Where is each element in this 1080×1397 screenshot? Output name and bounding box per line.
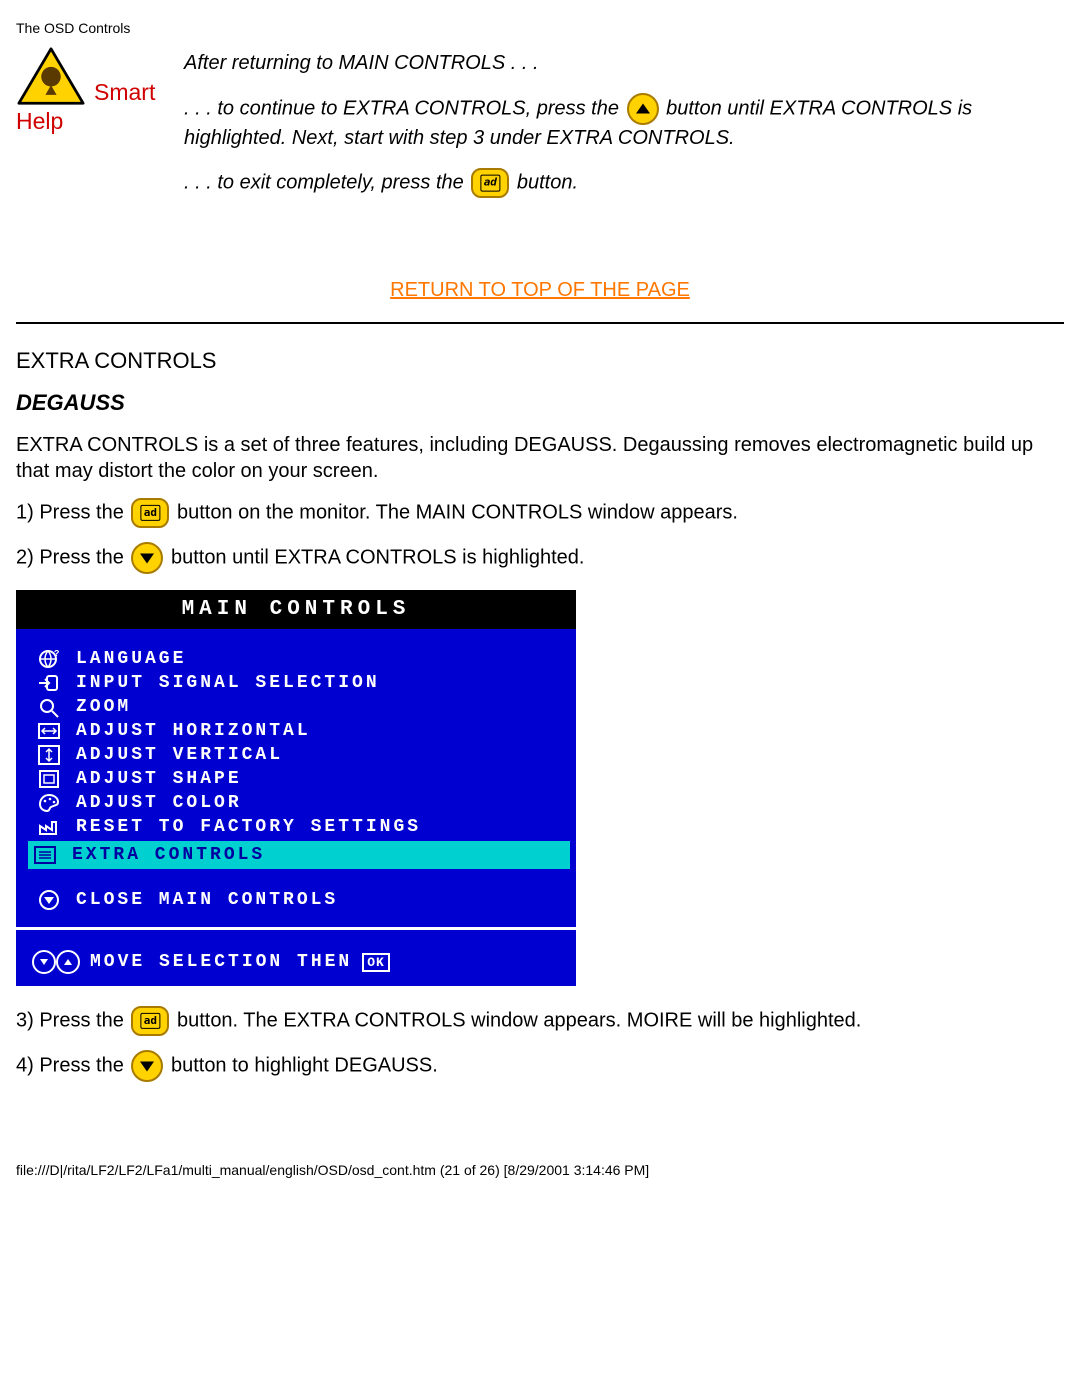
osd-close-label: CLOSE MAIN CONTROLS bbox=[76, 890, 338, 910]
osd-item-label: ADJUST SHAPE bbox=[76, 769, 242, 789]
list-icon bbox=[32, 844, 58, 866]
step-2: 2) Press the button until EXTRA CONTROLS… bbox=[16, 542, 1064, 574]
osd-item-reset: RESET TO FACTORY SETTINGS bbox=[32, 815, 566, 839]
smart-help-block: Smart Help After returning to MAIN CONTR… bbox=[16, 46, 1064, 214]
step3b: button. The EXTRA CONTROLS window appear… bbox=[177, 1009, 861, 1031]
osd-item-shape: ADJUST SHAPE bbox=[32, 767, 566, 791]
osd-item-color: ADJUST COLOR bbox=[32, 791, 566, 815]
svg-text:?: ? bbox=[54, 649, 61, 659]
down-arrow-icon bbox=[131, 542, 163, 574]
footer-up-icon bbox=[56, 950, 80, 974]
step-3: 3) Press the button. The EXTRA CONTROLS … bbox=[16, 1006, 1064, 1036]
osd-item-input: INPUT SIGNAL SELECTION bbox=[32, 671, 566, 695]
shape-icon bbox=[36, 768, 62, 790]
osd-close-row: CLOSE MAIN CONTROLS bbox=[32, 871, 566, 917]
osd-panel: MAIN CONTROLS ? LANGUAGE INPUT SIGNAL SE… bbox=[16, 590, 576, 986]
osd-item-extra-highlighted: EXTRA CONTROLS bbox=[28, 841, 570, 869]
osd-item-label: ADJUST VERTICAL bbox=[76, 745, 283, 765]
osd-footer-text: MOVE SELECTION THEN bbox=[90, 952, 352, 972]
step-1: 1) Press the button on the monitor. The … bbox=[16, 498, 1064, 528]
osd-footer: MOVE SELECTION THEN OK bbox=[16, 940, 576, 986]
ok-button-icon bbox=[471, 168, 509, 198]
osd-item-label: RESET TO FACTORY SETTINGS bbox=[76, 817, 421, 837]
osd-divider bbox=[16, 927, 576, 930]
osd-item-zoom: ZOOM bbox=[32, 695, 566, 719]
osd-item-label: LANGUAGE bbox=[76, 649, 186, 669]
footer-down-icon bbox=[32, 950, 56, 974]
intro-line3a: . . . to exit completely, press the bbox=[184, 171, 469, 193]
intro-line2a: . . . to continue to EXTRA CONTROLS, pre… bbox=[184, 97, 625, 119]
osd-item-horizontal: ADJUST HORIZONTAL bbox=[32, 719, 566, 743]
step-4: 4) Press the button to highlight DEGAUSS… bbox=[16, 1050, 1064, 1082]
footer-path: file:///D|/rita/LF2/LF2/LFa1/multi_manua… bbox=[16, 1162, 1064, 1178]
down-arrow-icon bbox=[131, 1050, 163, 1082]
warning-triangle-icon bbox=[16, 46, 86, 106]
up-arrow-icon bbox=[627, 93, 659, 125]
osd-item-language: ? LANGUAGE bbox=[32, 647, 566, 671]
page-header: The OSD Controls bbox=[16, 20, 1064, 36]
sub-title: DEGAUSS bbox=[16, 390, 1064, 416]
input-icon bbox=[36, 672, 62, 694]
step2b: button until EXTRA CONTROLS is highlight… bbox=[171, 546, 585, 568]
factory-icon bbox=[36, 816, 62, 838]
smart-help-left: Smart Help bbox=[16, 46, 176, 135]
step4b: button to highlight DEGAUSS. bbox=[171, 1054, 438, 1076]
return-to-top-link[interactable]: RETURN TO TOP OF THE PAGE bbox=[390, 279, 690, 301]
osd-item-label: ADJUST COLOR bbox=[76, 793, 242, 813]
intro-line1: After returning to MAIN CONTROLS . . . bbox=[184, 50, 1064, 77]
step1a: 1) Press the bbox=[16, 501, 129, 523]
globe-icon: ? bbox=[36, 648, 62, 670]
vertical-icon bbox=[36, 744, 62, 766]
palette-icon bbox=[36, 792, 62, 814]
intro-line3: . . . to exit completely, press the butt… bbox=[184, 168, 1064, 198]
osd-item-label: ADJUST HORIZONTAL bbox=[76, 721, 311, 741]
ok-button-icon bbox=[131, 1006, 169, 1036]
horizontal-icon bbox=[36, 720, 62, 742]
osd-ok-icon: OK bbox=[362, 953, 390, 972]
step3a: 3) Press the bbox=[16, 1009, 129, 1031]
step2a: 2) Press the bbox=[16, 546, 129, 568]
osd-item-label: EXTRA CONTROLS bbox=[72, 845, 265, 865]
osd-item-label: INPUT SIGNAL SELECTION bbox=[76, 673, 380, 693]
zoom-icon bbox=[36, 696, 62, 718]
down-circle-icon bbox=[36, 889, 62, 911]
osd-title: MAIN CONTROLS bbox=[16, 590, 576, 629]
ok-button-icon bbox=[131, 498, 169, 528]
description: EXTRA CONTROLS is a set of three feature… bbox=[16, 432, 1064, 484]
intro-line2: . . . to continue to EXTRA CONTROLS, pre… bbox=[184, 93, 1064, 152]
smart-label: Smart bbox=[94, 79, 155, 106]
section-title: EXTRA CONTROLS bbox=[16, 348, 1064, 374]
divider bbox=[16, 322, 1064, 324]
osd-item-label: ZOOM bbox=[76, 697, 131, 717]
step1b: button on the monitor. The MAIN CONTROLS… bbox=[177, 501, 738, 523]
osd-body: ? LANGUAGE INPUT SIGNAL SELECTION ZOOM A… bbox=[16, 629, 576, 940]
return-to-top: RETURN TO TOP OF THE PAGE bbox=[16, 279, 1064, 302]
intro-line3b: button. bbox=[517, 171, 578, 193]
smart-help-text: After returning to MAIN CONTROLS . . . .… bbox=[184, 50, 1064, 214]
osd-item-vertical: ADJUST VERTICAL bbox=[32, 743, 566, 767]
help-label: Help bbox=[16, 108, 63, 135]
step4a: 4) Press the bbox=[16, 1054, 129, 1076]
